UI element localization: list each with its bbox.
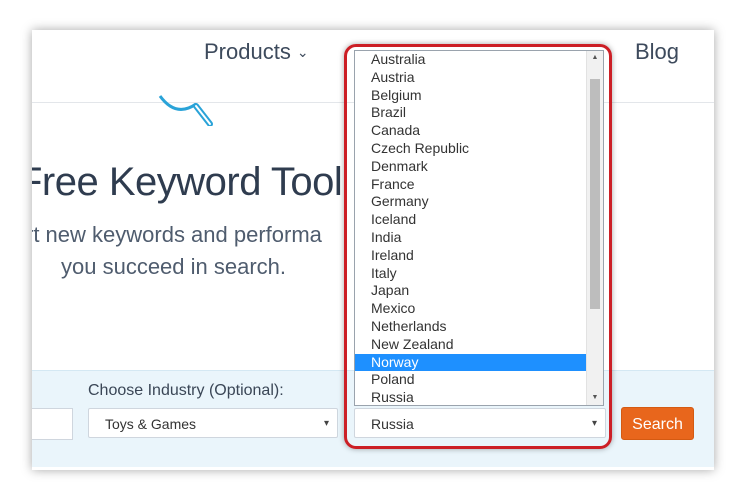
search-button[interactable]: Search <box>621 407 694 440</box>
industry-select-value: Toys & Games <box>105 416 197 432</box>
caret-down-icon: ▾ <box>323 418 329 429</box>
nav-blog[interactable]: Blog <box>635 39 679 65</box>
hero-title: Free Keyword Tool <box>32 160 343 204</box>
chevron-down-icon: ⌄ <box>296 44 309 60</box>
nav-products-label: Products <box>204 39 291 64</box>
hero-subtitle-line1: rt new keywords and performa <box>32 222 322 247</box>
hero-subtitle-line2: you succeed in search. <box>61 254 287 279</box>
keyword-input[interactable] <box>32 408 73 440</box>
highlight-annotation <box>344 44 612 449</box>
nav-products[interactable]: Products ⌄ <box>204 39 309 65</box>
magnifier-icon <box>158 95 213 126</box>
industry-label: Choose Industry (Optional): <box>88 382 284 399</box>
industry-select[interactable]: Toys & Games ▾ <box>88 408 338 438</box>
